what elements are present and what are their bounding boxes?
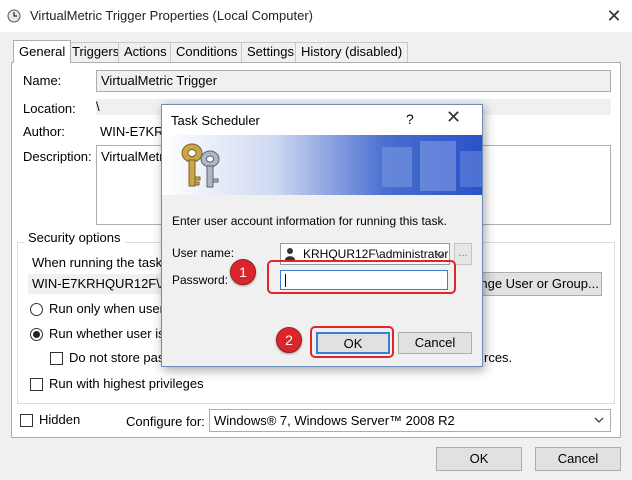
password-highlight-frame	[267, 260, 456, 294]
credentials-banner	[162, 135, 482, 195]
step-1-marker: 1	[230, 259, 256, 285]
configure-for-label: Configure for:	[126, 414, 205, 429]
ok-highlight-frame	[310, 326, 394, 358]
cancel-button[interactable]: Cancel	[535, 447, 621, 471]
name-field[interactable]: VirtualMetric Trigger	[96, 70, 611, 92]
do-not-store-password-checkbox[interactable]	[50, 352, 63, 365]
step-2-marker: 2	[276, 327, 302, 353]
tab-conditions[interactable]: Conditions	[170, 42, 244, 62]
security-options-legend: Security options	[24, 230, 125, 245]
account-value: WIN-E7KRHQUR12F\Adr	[28, 274, 168, 294]
do-not-store-password-suffix: rces.	[484, 350, 513, 365]
dialog-title: Task Scheduler	[171, 113, 260, 128]
banner-decoration-icon	[382, 141, 482, 191]
highest-privileges-label: Run with highest privileges	[49, 376, 204, 391]
dialog-cancel-button[interactable]: Cancel	[398, 332, 472, 354]
name-label: Name:	[23, 73, 62, 88]
location-label: Location:	[23, 101, 76, 116]
hidden-label: Hidden	[39, 412, 81, 427]
tab-history[interactable]: History (disabled)	[295, 42, 409, 62]
chevron-down-icon	[435, 252, 445, 258]
tab-settings[interactable]: Settings	[241, 42, 300, 62]
highest-privileges-checkbox[interactable]	[30, 378, 43, 391]
tab-triggers[interactable]: Triggers	[66, 42, 126, 62]
description-label: Description:	[23, 149, 92, 164]
instruction-text: Enter user account information for runni…	[172, 214, 447, 228]
browse-user-button[interactable]: ...	[454, 243, 472, 265]
keys-icon	[181, 143, 220, 188]
run-only-logged-on-radio[interactable]	[30, 303, 43, 316]
chevron-down-icon	[594, 413, 604, 428]
change-user-button[interactable]: ange User or Group...	[470, 272, 602, 296]
dialog-close-icon[interactable]: ✕	[446, 107, 461, 128]
run-whether-logged-on-label: Run whether user is lo	[49, 326, 179, 341]
configure-for-select[interactable]: Windows® 7, Windows Server™ 2008 R2	[209, 409, 611, 432]
close-icon[interactable]: ✕	[596, 0, 632, 32]
user-name-label: User name:	[172, 246, 235, 260]
run-whether-logged-on-radio[interactable]	[30, 328, 43, 341]
running-task-text: When running the task, u	[32, 255, 177, 270]
window-title: VirtualMetric Trigger Properties (Local …	[30, 8, 313, 23]
tab-general[interactable]: General	[13, 40, 72, 63]
dialog-titlebar: Task Scheduler ? ✕	[162, 105, 482, 135]
password-label: Password:	[172, 273, 229, 287]
hidden-checkbox[interactable]	[20, 414, 33, 427]
ok-button[interactable]: OK	[436, 447, 522, 471]
tab-actions[interactable]: Actions	[118, 42, 173, 62]
user-name-value: KRHQUR12F\administrator	[303, 247, 449, 261]
configure-for-value: Windows® 7, Windows Server™ 2008 R2	[214, 413, 455, 428]
run-only-logged-on-label: Run only when user is	[49, 301, 177, 316]
users-icon	[285, 248, 295, 260]
author-label: Author:	[23, 124, 65, 139]
task-clock-icon	[7, 9, 21, 23]
help-icon[interactable]: ?	[406, 111, 414, 127]
window-titlebar: VirtualMetric Trigger Properties (Local …	[0, 0, 632, 32]
